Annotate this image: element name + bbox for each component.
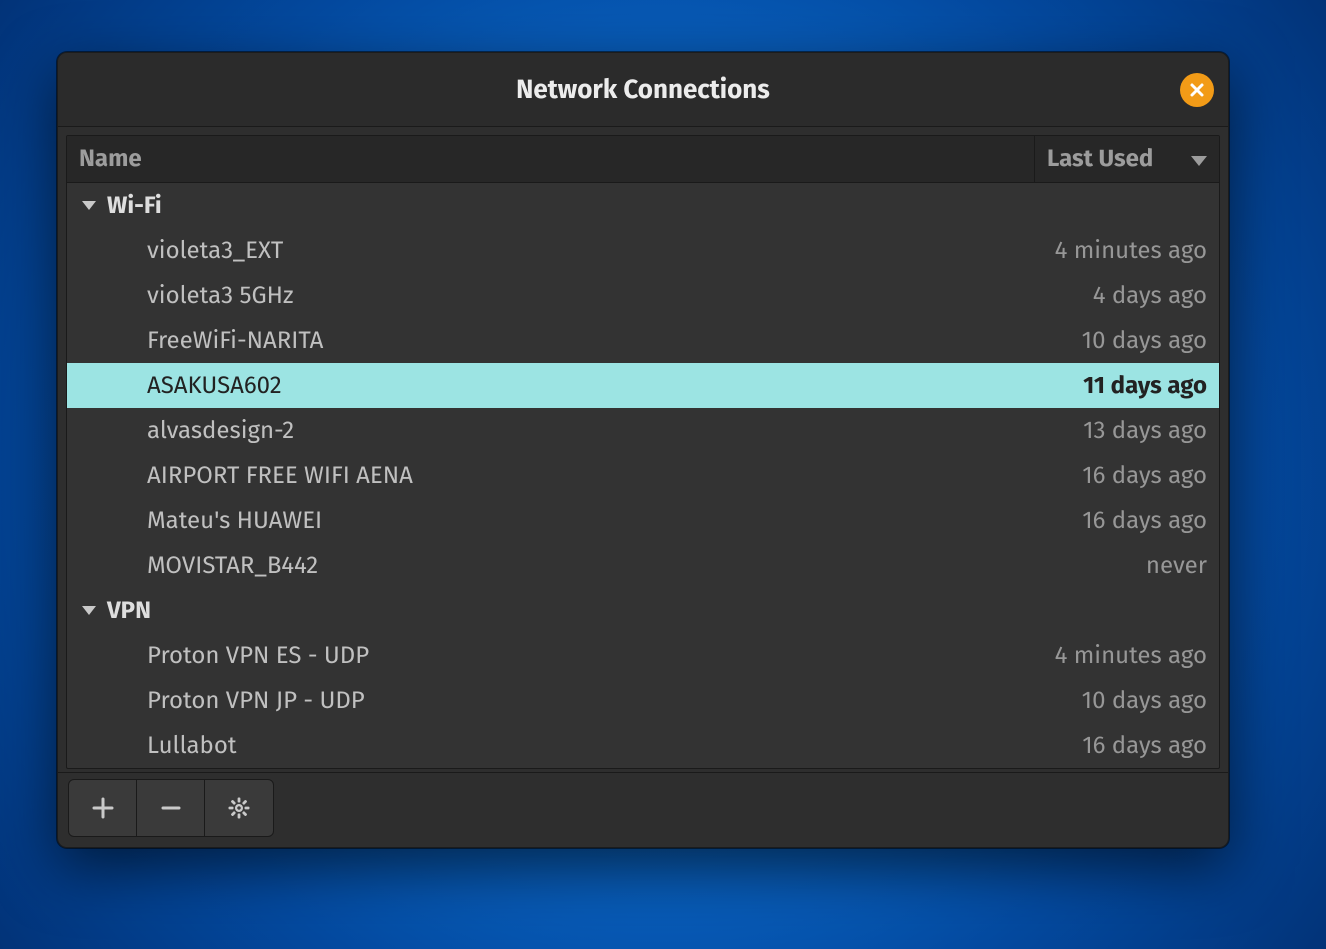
toolbar [58,772,1228,847]
connection-item[interactable]: Proton VPN JP - UDP 10 days ago [67,678,1219,723]
connection-list-area: Name Last Used Wi-Fi violeta3_EXT 4 minute… [58,127,1228,772]
connection-name: Lullabot [147,732,237,760]
connection-item[interactable]: ASAKUSA602 11 days ago [67,363,1219,408]
connection-item[interactable]: alvasdesign-2 13 days ago [67,408,1219,453]
sort-descending-icon [1191,145,1207,173]
column-headers: Name Last Used [67,136,1219,183]
connection-name: alvasdesign-2 [147,417,294,445]
connection-name: violeta3_EXT [147,237,283,265]
connection-last-used: 11 days ago [1083,372,1207,400]
connection-item[interactable]: violeta3 5GHz 4 days ago [67,273,1219,318]
column-header-last-used[interactable]: Last Used [1035,136,1219,182]
connection-name: Proton VPN JP - UDP [147,687,365,715]
connection-name: MOVISTAR_B442 [147,552,318,580]
chevron-down-icon [77,606,101,615]
close-icon [1189,82,1205,98]
column-header-name[interactable]: Name [67,136,1035,182]
connection-name: Proton VPN ES - UDP [147,642,369,670]
connection-item[interactable]: Lullabot 16 days ago [67,723,1219,768]
window-title: Network Connections [516,74,770,105]
connection-last-used: 4 minutes ago [1055,642,1207,670]
connection-name: AIRPORT FREE WIFI AENA [147,462,413,490]
connection-item[interactable]: violeta3_EXT 4 minutes ago [67,228,1219,273]
connection-last-used: 4 days ago [1093,282,1207,310]
add-connection-button[interactable] [69,780,137,836]
network-connections-window: Network Connections Name Last Used Wi-Fi… [57,52,1229,848]
connection-name: FreeWiFi-NARITA [147,327,323,355]
minus-icon [160,797,182,819]
connection-group[interactable]: VPN [67,588,1219,633]
connection-last-used: 4 minutes ago [1055,237,1207,265]
connection-last-used: 16 days ago [1082,732,1207,760]
connection-last-used: never [1146,552,1207,580]
group-label: VPN [107,597,151,625]
connection-name: Mateu's HUAWEI [147,507,322,535]
connection-last-used: 16 days ago [1082,462,1207,490]
connection-item[interactable]: Proton VPN ES - UDP 4 minutes ago [67,633,1219,678]
plus-icon [92,797,114,819]
connection-last-used: 16 days ago [1082,507,1207,535]
connection-item[interactable]: AIRPORT FREE WIFI AENA 16 days ago [67,453,1219,498]
connection-name: violeta3 5GHz [147,282,293,310]
connection-item[interactable]: Mateu's HUAWEI 16 days ago [67,498,1219,543]
column-header-last-used-label: Last Used [1047,145,1153,173]
settings-button[interactable] [205,780,273,836]
chevron-down-icon [77,201,101,210]
connection-last-used: 10 days ago [1082,327,1207,355]
gear-icon [227,796,251,820]
connection-name: ASAKUSA602 [147,372,282,400]
connection-item[interactable]: MOVISTAR_B442 never [67,543,1219,588]
toolbar-button-group [68,779,274,837]
remove-connection-button[interactable] [137,780,205,836]
connection-last-used: 13 days ago [1083,417,1207,445]
connection-item[interactable]: FreeWiFi-NARITA 10 days ago [67,318,1219,363]
titlebar: Network Connections [58,53,1228,127]
connection-group[interactable]: Wi-Fi [67,183,1219,228]
connection-rows: Wi-Fi violeta3_EXT 4 minutes ago violeta3 5… [67,183,1219,768]
group-label: Wi-Fi [107,192,162,220]
connection-last-used: 10 days ago [1082,687,1207,715]
column-header-name-label: Name [79,145,142,173]
close-button[interactable] [1180,73,1214,107]
connection-list: Name Last Used Wi-Fi violeta3_EXT 4 minute… [66,135,1220,769]
